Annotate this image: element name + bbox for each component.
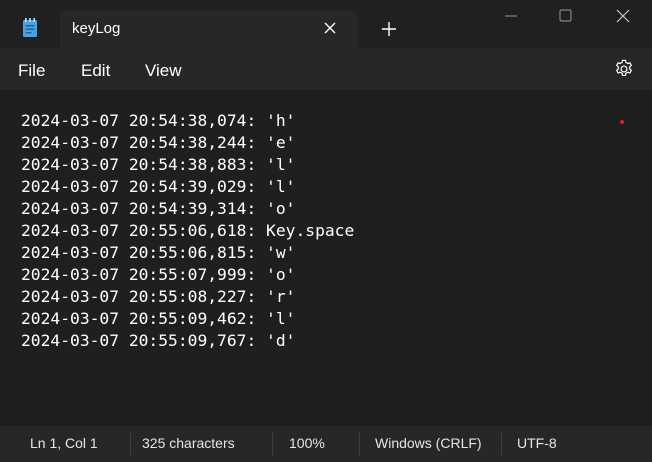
tab-title: keyLog	[72, 20, 121, 37]
text-line: 2024-03-07 20:54:39,029: 'l'	[21, 177, 296, 196]
notepad-window: keyLog File Edit View 2024-03-07 20:54:3…	[0, 0, 652, 462]
menu-edit[interactable]: Edit	[81, 61, 110, 81]
close-icon[interactable]	[322, 20, 338, 36]
encoding[interactable]: UTF-8	[517, 435, 557, 451]
text-line: 2024-03-07 20:55:06,618: Key.space	[21, 221, 355, 240]
plus-icon[interactable]	[380, 20, 398, 38]
zoom-level[interactable]: 100%	[289, 435, 325, 451]
text-line: 2024-03-07 20:55:08,227: 'r'	[21, 287, 296, 306]
minimize-button[interactable]	[488, 0, 534, 30]
status-bar: Ln 1, Col 1 325 characters 100% Windows …	[0, 426, 652, 462]
text-line: 2024-03-07 20:55:09,462: 'l'	[21, 309, 296, 328]
text-line: 2024-03-07 20:54:38,244: 'e'	[21, 133, 296, 152]
text-line: 2024-03-07 20:55:06,815: 'w'	[21, 243, 296, 262]
text-content: 2024-03-07 20:54:38,074: 'h' 2024-03-07 …	[21, 110, 354, 352]
text-line: 2024-03-07 20:55:07,999: 'o'	[21, 265, 296, 284]
gear-icon[interactable]	[613, 58, 635, 80]
text-line: 2024-03-07 20:54:39,314: 'o'	[21, 199, 296, 218]
maximize-button[interactable]	[542, 0, 588, 30]
character-count: 325 characters	[142, 435, 235, 451]
text-line: 2024-03-07 20:54:38,074: 'h'	[21, 111, 296, 130]
menu-view[interactable]: View	[145, 61, 182, 81]
status-divider	[272, 433, 273, 455]
line-ending[interactable]: Windows (CRLF)	[375, 435, 482, 451]
status-divider	[501, 433, 502, 455]
tab-keylog[interactable]: keyLog	[60, 10, 358, 48]
status-divider	[130, 433, 131, 455]
text-line: 2024-03-07 20:54:38,883: 'l'	[21, 155, 296, 174]
window-close-button[interactable]	[600, 0, 646, 30]
cursor-position[interactable]: Ln 1, Col 1	[30, 435, 98, 451]
text-line: 2024-03-07 20:55:09,767: 'd'	[21, 331, 296, 350]
notepad-icon	[22, 18, 38, 38]
recording-indicator-dot	[620, 120, 624, 124]
text-editor[interactable]: 2024-03-07 20:54:38,074: 'h' 2024-03-07 …	[0, 90, 652, 426]
status-divider	[359, 433, 360, 455]
menu-bar: File Edit View	[0, 48, 652, 90]
title-bar[interactable]: keyLog	[0, 0, 652, 48]
menu-file[interactable]: File	[18, 61, 45, 81]
